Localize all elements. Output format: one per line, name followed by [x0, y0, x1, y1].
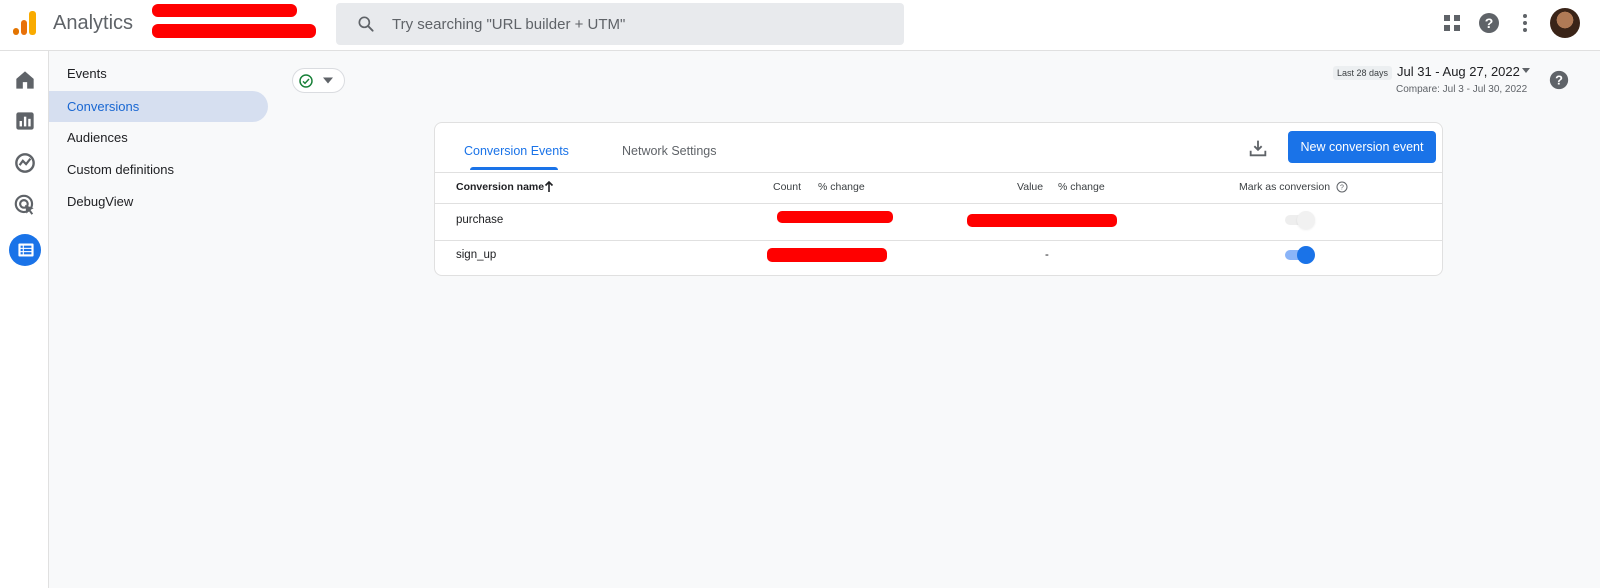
- page-help-icon[interactable]: ?: [1548, 69, 1570, 91]
- nav-item-events[interactable]: Events: [49, 58, 268, 89]
- more-vert-icon[interactable]: [1513, 11, 1537, 35]
- sort-arrow-up-icon[interactable]: [544, 181, 554, 193]
- row-purchase-name: purchase: [456, 214, 504, 226]
- info-help-icon[interactable]: ?: [1336, 181, 1348, 193]
- date-dropdown-icon[interactable]: [1522, 68, 1530, 73]
- status-filter-chip[interactable]: [292, 68, 345, 93]
- configure-icon[interactable]: [13, 237, 39, 263]
- account-selector-redacted[interactable]: [150, 2, 320, 42]
- col-count[interactable]: Count: [773, 181, 801, 193]
- redacted-count: [767, 248, 887, 262]
- tab-conversion-events[interactable]: Conversion Events: [464, 144, 569, 158]
- search-bar[interactable]: [336, 3, 904, 45]
- row-divider: [435, 240, 1442, 241]
- help-icon[interactable]: ?: [1477, 11, 1501, 35]
- chevron-down-icon: [323, 77, 333, 84]
- svg-text:?: ?: [1485, 15, 1494, 31]
- nav-item-audiences[interactable]: Audiences: [49, 122, 268, 153]
- tabs-divider: [435, 172, 1442, 173]
- new-conversion-event-button[interactable]: New conversion event: [1288, 131, 1436, 163]
- download-icon[interactable]: [1247, 137, 1269, 159]
- nav-item-conversions[interactable]: Conversions: [49, 91, 268, 122]
- reports-icon[interactable]: [12, 108, 38, 134]
- redacted-value: [967, 214, 1117, 227]
- tab-network-settings[interactable]: Network Settings: [622, 144, 716, 158]
- date-range-picker[interactable]: Jul 31 - Aug 27, 2022: [1397, 64, 1520, 79]
- apps-grid-icon[interactable]: [1440, 11, 1464, 35]
- left-rail: [0, 51, 49, 588]
- redacted-count: [777, 211, 893, 223]
- home-icon[interactable]: [12, 67, 38, 93]
- mark-conversion-toggle-signup[interactable]: [1283, 246, 1315, 264]
- col-value-change: % change: [1058, 181, 1105, 193]
- date-compare-text: Compare: Jul 3 - Jul 30, 2022: [1396, 84, 1528, 95]
- advertising-icon[interactable]: [12, 192, 38, 218]
- avatar[interactable]: [1550, 8, 1580, 38]
- analytics-logo[interactable]: [12, 10, 38, 36]
- svg-text:?: ?: [1555, 73, 1563, 88]
- app-title[interactable]: Analytics: [53, 12, 133, 35]
- check-circle-icon: [299, 74, 313, 88]
- col-mark-as-conversion: Mark as conversion: [1239, 181, 1331, 193]
- top-app-bar: Analytics ?: [0, 0, 1600, 51]
- nav-item-debugview[interactable]: DebugView: [49, 186, 268, 217]
- header-divider: [435, 203, 1442, 204]
- row-signup-value: -: [1045, 249, 1049, 261]
- search-input[interactable]: [392, 3, 882, 45]
- explore-icon[interactable]: [12, 150, 38, 176]
- conversions-card: Conversion Events Network Settings New c…: [434, 122, 1443, 276]
- row-signup-name: sign_up: [456, 249, 497, 261]
- col-count-change: % change: [818, 181, 865, 193]
- active-tab-indicator: [470, 167, 558, 170]
- mark-conversion-toggle-purchase[interactable]: [1283, 211, 1315, 229]
- col-value[interactable]: Value: [1017, 181, 1043, 193]
- date-preset-badge: Last 28 days: [1333, 66, 1393, 80]
- search-icon: [358, 16, 374, 32]
- svg-text:?: ?: [1340, 185, 1344, 192]
- col-conversion-name[interactable]: Conversion name: [456, 181, 544, 193]
- nav-item-custom-definitions[interactable]: Custom definitions: [49, 154, 268, 185]
